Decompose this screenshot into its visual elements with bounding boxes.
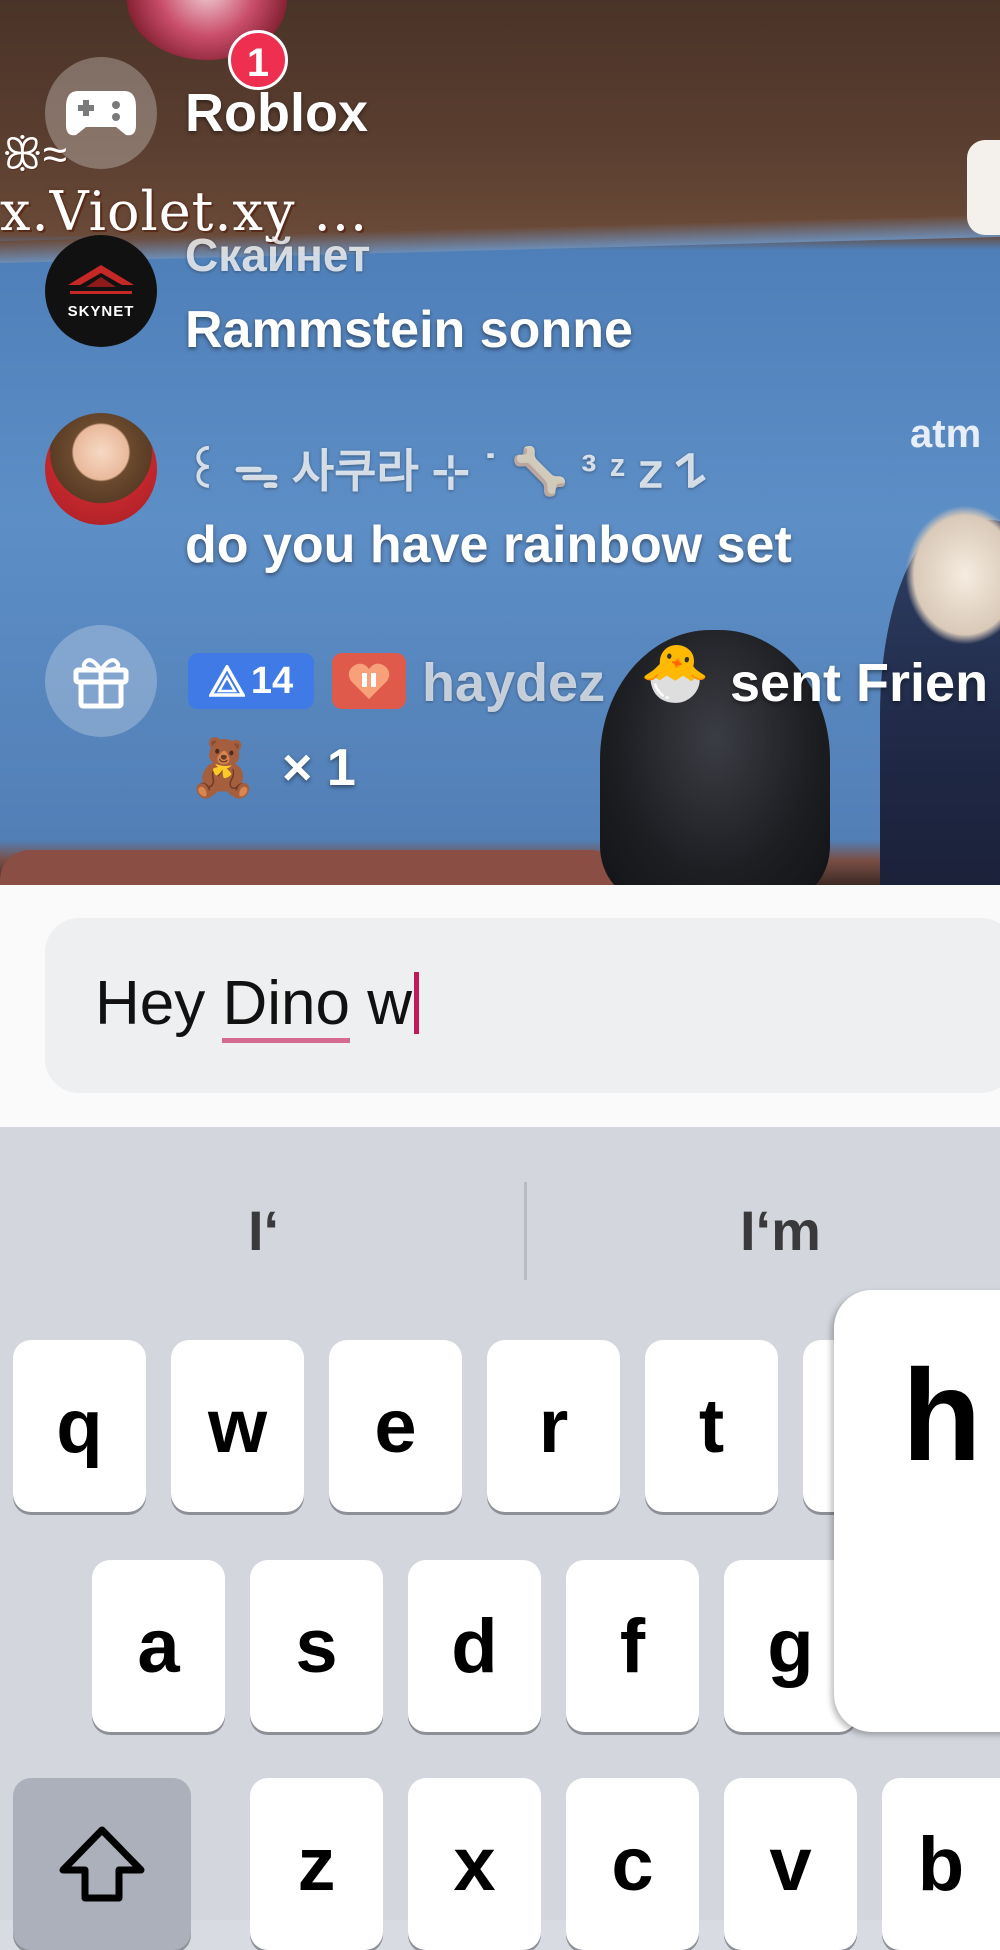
input-text-suffix: w: [350, 969, 412, 1038]
key-q[interactable]: q: [13, 1340, 146, 1512]
chat-message: do you have rainbow set: [185, 516, 792, 574]
key-f[interactable]: f: [566, 1560, 699, 1732]
game-controller-icon[interactable]: [45, 57, 157, 169]
key-e[interactable]: e: [329, 1340, 462, 1512]
stream-side-text: atm: [910, 412, 982, 456]
chat-username[interactable]: Скайнет: [185, 228, 370, 282]
key-s[interactable]: s: [250, 1560, 383, 1732]
key-a[interactable]: a: [92, 1560, 225, 1732]
key-b[interactable]: b: [882, 1778, 1000, 1950]
fan-heart-badge: [332, 653, 406, 709]
chat-username[interactable]: ꒰ ᯓ 사쿠라 ⊹ ˙ 🦴 ³ ᶻ 𝗓 𐰁: [185, 435, 706, 501]
level-number: 14: [250, 659, 294, 702]
shift-key[interactable]: [13, 1778, 191, 1950]
shift-arrow-icon: [59, 1826, 145, 1902]
key-r[interactable]: r: [487, 1340, 620, 1512]
floor: [0, 850, 620, 885]
chick-emoji: 🐣: [640, 641, 710, 704]
gift-count: × 1: [282, 739, 356, 797]
key-z[interactable]: z: [250, 1778, 383, 1950]
notification-badge: 1: [228, 30, 288, 90]
key-preview-letter: h: [902, 1342, 982, 1488]
key-v[interactable]: v: [724, 1778, 857, 1950]
input-text-prefix: Hey: [95, 969, 223, 1038]
comment-input-text[interactable]: Hey Dino w: [95, 968, 419, 1043]
heart-pause-icon: [348, 663, 390, 699]
suggestion-1[interactable]: I‘: [248, 1198, 279, 1263]
gift-sender-username[interactable]: haydez: [422, 652, 605, 714]
level-triangle-icon: [208, 665, 245, 697]
skynet-label: SKYNET: [67, 302, 135, 320]
key-x[interactable]: x: [408, 1778, 541, 1950]
skynet-avatar[interactable]: SKYNET: [45, 235, 157, 347]
chat-app-title: Roblox: [185, 83, 368, 143]
chat-message: Rammstein sonne: [185, 301, 633, 359]
key-c[interactable]: c: [566, 1778, 699, 1950]
autocorrect-word[interactable]: Dino: [222, 969, 350, 1043]
skynet-logo-icon: [68, 264, 134, 294]
side-panel-tab[interactable]: [967, 140, 1000, 235]
anime-avatar[interactable]: [45, 413, 157, 525]
teddy-bear-gift-icon: 🧸: [188, 736, 258, 799]
gift-action-text: sent Frien: [730, 653, 989, 713]
gift-icon: [45, 625, 157, 737]
level-badge: 14: [188, 653, 314, 709]
suggestion-divider: [524, 1182, 527, 1280]
character-hair: [905, 505, 1000, 645]
suggestion-2[interactable]: I‘m: [740, 1198, 821, 1263]
text-caret: [414, 972, 419, 1034]
key-d[interactable]: d: [408, 1560, 541, 1732]
key-w[interactable]: w: [171, 1340, 304, 1512]
key-t[interactable]: t: [645, 1340, 778, 1512]
